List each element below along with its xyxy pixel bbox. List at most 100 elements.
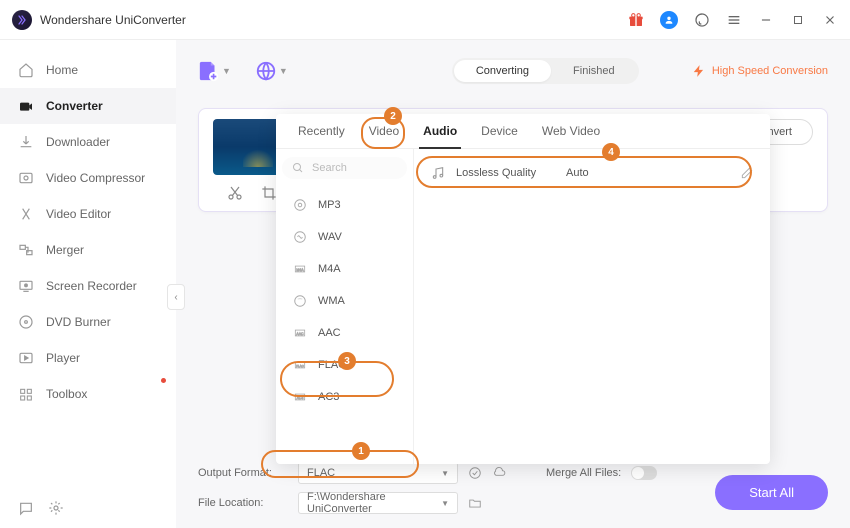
support-icon[interactable]: [694, 12, 710, 28]
tab-recently[interactable]: Recently: [286, 114, 357, 148]
sidebar-label: Downloader: [46, 135, 110, 149]
sidebar-item-dvd[interactable]: DVD Burner: [0, 304, 176, 340]
sidebar-item-toolbox[interactable]: Toolbox: [0, 376, 176, 412]
format-wav[interactable]: WAV: [282, 221, 407, 253]
output-format-select[interactable]: FLAC ▼: [298, 462, 458, 484]
hardware-accel-icon[interactable]: [468, 466, 482, 480]
folder-icon[interactable]: [468, 496, 482, 510]
sidebar-label: Video Editor: [46, 207, 111, 221]
merger-icon: [18, 242, 34, 258]
sidebar-item-merger[interactable]: Merger: [0, 232, 176, 268]
format-icon: [292, 294, 308, 308]
high-speed-label: High Speed Conversion: [712, 65, 828, 77]
menu-icon[interactable]: [726, 12, 742, 28]
quality-panel: Lossless Quality Auto: [414, 149, 770, 464]
edit-icon[interactable]: [740, 166, 754, 180]
player-icon: [18, 350, 34, 366]
toolbox-icon: [18, 386, 34, 402]
dvd-icon: [18, 314, 34, 330]
sidebar-label: Player: [46, 351, 80, 365]
format-search[interactable]: Search: [282, 157, 407, 179]
window-close[interactable]: [822, 12, 838, 28]
tab-device[interactable]: Device: [469, 114, 530, 148]
sidebar-label: Home: [46, 63, 78, 77]
merge-label: Merge All Files:: [546, 467, 621, 479]
format-list: Search MP3 WAV M4AM4A WMA AACAAC FLACFLA…: [276, 149, 414, 464]
compressor-icon: [18, 170, 34, 186]
start-all-button[interactable]: Start All: [715, 475, 828, 510]
search-icon: [292, 162, 304, 174]
chevron-down-icon: ▼: [222, 66, 231, 76]
svg-text:AAC: AAC: [296, 332, 304, 336]
format-icon: [292, 198, 308, 212]
bottom-bar: Output Format: FLAC ▼ Merge All Files: F…: [198, 454, 828, 528]
quality-lossless[interactable]: Lossless Quality Auto: [414, 157, 770, 189]
sidebar-label: DVD Burner: [46, 315, 111, 329]
callout-num-4: 4: [602, 143, 620, 161]
segment-finished[interactable]: Finished: [551, 60, 637, 82]
sidebar-label: Merger: [46, 243, 84, 257]
crop-icon[interactable]: [261, 185, 277, 201]
home-icon: [18, 62, 34, 78]
chevron-down-icon: ▼: [279, 66, 288, 76]
sidebar: Home Converter Downloader Video Compress…: [0, 40, 176, 528]
svg-text:FLAC: FLAC: [296, 364, 303, 368]
editor-icon: [18, 206, 34, 222]
app-title: Wondershare UniConverter: [40, 13, 186, 27]
trim-icon[interactable]: [227, 185, 243, 201]
toolbar: ▼ ▼ Converting Finished High Speed Conve…: [198, 52, 828, 90]
sidebar-item-editor[interactable]: Video Editor: [0, 196, 176, 232]
merge-toggle[interactable]: [631, 466, 657, 480]
sidebar-label: Video Compressor: [46, 171, 145, 185]
sidebar-item-compressor[interactable]: Video Compressor: [0, 160, 176, 196]
callout-num-3: 3: [338, 352, 356, 370]
user-avatar-icon[interactable]: [660, 11, 678, 29]
format-icon: FLAC: [292, 358, 308, 372]
tab-audio[interactable]: Audio: [411, 114, 469, 148]
sidebar-label: Toolbox: [46, 387, 87, 401]
file-location-label: File Location:: [198, 497, 288, 509]
sidebar-item-converter[interactable]: Converter: [0, 88, 176, 124]
chevron-down-icon: ▼: [441, 499, 449, 508]
gift-icon[interactable]: [628, 12, 644, 28]
sidebar-item-player[interactable]: Player: [0, 340, 176, 376]
window-minimize[interactable]: [758, 12, 774, 28]
format-icon: M4A: [292, 262, 308, 276]
converter-icon: [18, 98, 34, 114]
format-aac[interactable]: AACAAC: [282, 317, 407, 349]
add-url-button[interactable]: ▼: [255, 60, 288, 82]
feedback-icon[interactable]: [18, 500, 34, 516]
format-ac3[interactable]: AC3AC3: [282, 381, 407, 413]
window-maximize[interactable]: [790, 12, 806, 28]
tab-web-video[interactable]: Web Video: [530, 114, 612, 148]
segment-converting[interactable]: Converting: [454, 60, 551, 82]
output-format-label: Output Format:: [198, 467, 288, 479]
svg-text:M4A: M4A: [296, 268, 304, 272]
music-icon: [430, 165, 446, 181]
high-speed-button[interactable]: High Speed Conversion: [692, 64, 828, 78]
format-dropdown: Recently Video Audio Device Web Video Se…: [276, 114, 770, 464]
callout-num-1: 1: [352, 442, 370, 460]
add-file-button[interactable]: ▼: [198, 60, 231, 82]
chevron-down-icon: ▼: [441, 469, 449, 478]
recorder-icon: [18, 278, 34, 294]
format-mp3[interactable]: MP3: [282, 189, 407, 221]
format-m4a[interactable]: M4AM4A: [282, 253, 407, 285]
download-icon: [18, 134, 34, 150]
settings-icon[interactable]: [48, 500, 64, 516]
format-wma[interactable]: WMA: [282, 285, 407, 317]
format-icon: AAC: [292, 326, 308, 340]
sidebar-item-screen-recorder[interactable]: Screen Recorder: [0, 268, 176, 304]
callout-num-2: 2: [384, 107, 402, 125]
notification-dot: [161, 378, 166, 383]
sidebar-item-home[interactable]: Home: [0, 52, 176, 88]
cloud-icon[interactable]: [492, 466, 506, 480]
app-logo: [12, 10, 32, 30]
format-icon: [292, 230, 308, 244]
dropdown-tabs: Recently Video Audio Device Web Video: [276, 114, 770, 149]
sidebar-item-downloader[interactable]: Downloader: [0, 124, 176, 160]
sidebar-label: Converter: [46, 99, 103, 113]
status-segment: Converting Finished: [452, 58, 639, 84]
svg-text:AC3: AC3: [297, 396, 304, 400]
file-location-select[interactable]: F:\Wondershare UniConverter ▼: [298, 492, 458, 514]
